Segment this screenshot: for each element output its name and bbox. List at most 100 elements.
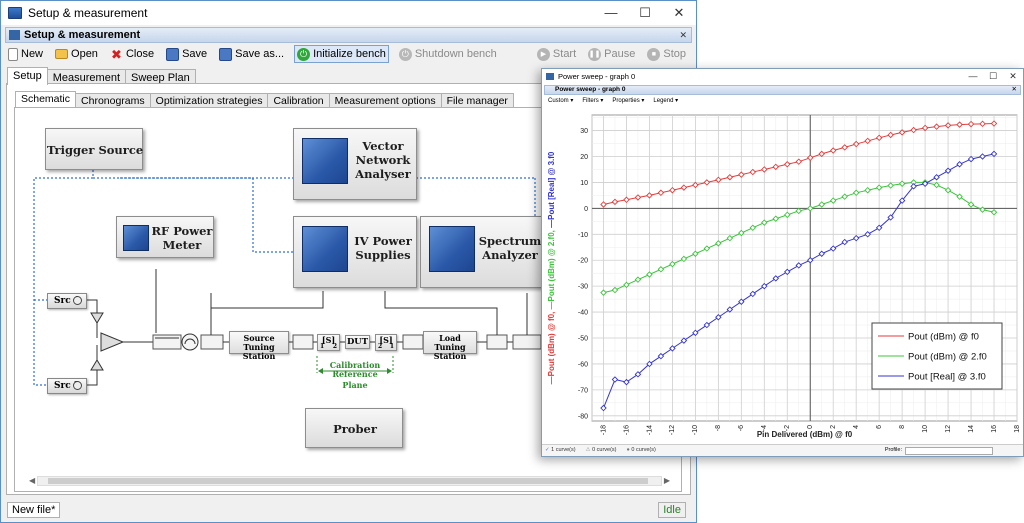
graph-minimize-button[interactable]: — bbox=[963, 69, 983, 83]
maximize-button[interactable]: ☐ bbox=[628, 1, 662, 25]
src-2-block[interactable]: Src 2 bbox=[47, 378, 87, 394]
curves-count-2: ⚠ 0 curve(s) bbox=[585, 447, 617, 453]
graph-close-button[interactable]: ✕ bbox=[1003, 69, 1023, 83]
y-tick-label: 0 bbox=[584, 206, 588, 213]
calib-label-2: Plane bbox=[342, 380, 368, 390]
vna-block[interactable]: Vector Network Analyser bbox=[293, 128, 417, 200]
profile-dropdown[interactable] bbox=[905, 447, 993, 455]
status-bar: New file* Idle bbox=[1, 498, 696, 522]
open-button[interactable]: Open bbox=[53, 45, 100, 63]
scroll-left-icon[interactable]: ◀ bbox=[29, 476, 35, 485]
load-tuning-station-block[interactable]: Load Tuning Station bbox=[423, 331, 477, 361]
new-button[interactable]: New bbox=[6, 45, 45, 63]
save-button[interactable]: Save bbox=[164, 45, 209, 63]
power-on-icon: ⏻ bbox=[297, 47, 311, 61]
panel-title: Setup & measurement bbox=[24, 29, 141, 41]
x-tick-label: 12 bbox=[945, 425, 952, 433]
minimize-button[interactable]: — bbox=[594, 1, 628, 25]
spectrum-analyzer-block[interactable]: Spectrum Analyzer bbox=[420, 216, 544, 288]
power-sweep-chart[interactable]: -18 -16 -14 -12 -10 -8 -6 -4 -2 0 2 4 6 8 10 12 14 16 18-8… bbox=[542, 109, 1023, 439]
stop-icon: ■ bbox=[647, 47, 661, 61]
initialize-bench-button[interactable]: ⏻ Initialize bench bbox=[294, 45, 389, 63]
tab-optimization-strategies[interactable]: Optimization strategies bbox=[149, 93, 269, 107]
y-tick-label: 10 bbox=[580, 180, 588, 187]
save-as-button[interactable]: Save as... bbox=[217, 45, 286, 63]
iv-power-supplies-block[interactable]: IV Power Supplies bbox=[293, 216, 417, 288]
vna-screen bbox=[302, 138, 348, 184]
rf-meter-label-2: Meter bbox=[162, 238, 202, 252]
dut-block[interactable]: DUT bbox=[345, 335, 370, 349]
rf-meter-label-1: RF Power bbox=[151, 224, 213, 238]
x-tick-label: 18 bbox=[1014, 425, 1021, 433]
source-tuning-label-2: Station bbox=[242, 351, 276, 361]
load-tuning-label-1: Load Tuning bbox=[434, 333, 466, 352]
iv-screen bbox=[302, 226, 348, 272]
graph-plot-area[interactable]: -18 -16 -14 -12 -10 -8 -6 -4 -2 0 2 4 6 8 10 12 14 16 18 -8… bbox=[542, 109, 1023, 439]
s-block-2-port-1: 1 bbox=[389, 343, 394, 350]
tab-measurement-options[interactable]: Measurement options bbox=[328, 93, 442, 107]
power-off-icon: ⏻ bbox=[398, 47, 412, 61]
legend-entry: Pout (dBm) @ 2.f0 bbox=[908, 352, 987, 363]
new-file-icon bbox=[8, 47, 18, 61]
load-tuning-label-2: Station bbox=[433, 351, 467, 361]
graph-maximize-button[interactable]: ☐ bbox=[983, 69, 1003, 83]
y-axis-label-part: —Pout (dBm) @ f0, bbox=[547, 312, 556, 385]
y-tick-label: -30 bbox=[578, 284, 588, 291]
menu-legend[interactable]: Legend ▾ bbox=[653, 96, 678, 107]
legend-entry: Pout [Real] @ 3.f0 bbox=[908, 372, 986, 383]
close-file-button[interactable]: ✖ Close bbox=[108, 45, 156, 63]
shutdown-bench-button[interactable]: ⏻ Shutdown bench bbox=[397, 45, 499, 63]
tab-chronograms[interactable]: Chronograms bbox=[75, 93, 151, 107]
y-axis-label-part: —Pout [Real] @ 3.f0 bbox=[547, 151, 556, 230]
rf-power-meter-block[interactable]: RF Power Meter bbox=[116, 216, 214, 258]
source-tuning-station-block[interactable]: Source Tuning Station bbox=[229, 331, 289, 361]
scroll-thumb[interactable] bbox=[48, 478, 648, 484]
graph-title-bar: Power sweep - graph 0 — ☐ ✕ bbox=[542, 69, 1023, 84]
prober-block[interactable]: Prober bbox=[305, 408, 403, 448]
menu-custom[interactable]: Custom ▾ bbox=[548, 96, 573, 107]
tab-setup[interactable]: Setup bbox=[7, 67, 48, 85]
status-file-name: New file* bbox=[7, 502, 61, 518]
setup-icon bbox=[9, 30, 20, 40]
trigger-source-block[interactable]: Trigger Source bbox=[45, 128, 143, 170]
menu-properties[interactable]: Properties ▾ bbox=[612, 96, 644, 107]
graph-panel-title: Power sweep - graph 0 bbox=[555, 86, 626, 93]
x-tick-label: 6 bbox=[876, 425, 883, 429]
spectrum-label-1: Spectrum bbox=[478, 234, 542, 248]
pause-button[interactable]: ❚❚ Pause bbox=[586, 45, 637, 63]
y-tick-label: -60 bbox=[578, 361, 588, 368]
src-2-knob-icon bbox=[73, 381, 82, 390]
tab-file-manager[interactable]: File manager bbox=[440, 93, 514, 107]
start-button[interactable]: ▶ Start bbox=[535, 45, 578, 63]
y-tick-label: -70 bbox=[578, 387, 588, 394]
s-param-block-1: [S] 1 2 bbox=[317, 334, 340, 351]
y-tick-label: -10 bbox=[578, 232, 588, 239]
legend-entry: Pout (dBm) @ f0 bbox=[908, 332, 979, 343]
menu-filters[interactable]: Filters ▾ bbox=[582, 96, 603, 107]
rf-meter-screen bbox=[123, 225, 149, 251]
close-button[interactable]: ✕ bbox=[662, 1, 696, 25]
scroll-right-icon[interactable]: ▶ bbox=[664, 476, 670, 485]
x-tick-label: 16 bbox=[991, 425, 998, 433]
src-1-block[interactable]: Src 1 bbox=[47, 293, 87, 309]
stop-button[interactable]: ■ Stop bbox=[645, 45, 688, 63]
x-tick-label: -8 bbox=[715, 425, 722, 431]
s-block-2-port-2: 2 bbox=[378, 343, 383, 350]
panel-header: Setup & measurement ✕ bbox=[5, 27, 692, 43]
tab-calibration[interactable]: Calibration bbox=[267, 93, 330, 107]
graph-panel-close-icon[interactable]: ✕ bbox=[1012, 86, 1017, 94]
close-x-icon: ✖ bbox=[110, 46, 122, 62]
tab-schematic[interactable]: Schematic bbox=[15, 91, 77, 107]
graph-window: Power sweep - graph 0 — ☐ ✕ Power sweep … bbox=[541, 68, 1024, 457]
panel-close-icon[interactable]: ✕ bbox=[679, 28, 687, 42]
iv-label-1: IV Power bbox=[354, 234, 412, 248]
x-axis-label: Pin Delivered (dBm) @ f0 bbox=[757, 430, 853, 439]
y-tick-label: -80 bbox=[578, 413, 588, 420]
s-block-1-port-2: 2 bbox=[332, 343, 337, 350]
app-icon bbox=[8, 7, 22, 19]
x-tick-label: 4 bbox=[853, 425, 860, 429]
graph-app-icon bbox=[546, 73, 554, 80]
x-tick-label: -16 bbox=[623, 425, 630, 435]
schematic-horizontal-scrollbar[interactable]: ◀ ▶ bbox=[29, 476, 670, 486]
folder-icon bbox=[55, 49, 69, 59]
